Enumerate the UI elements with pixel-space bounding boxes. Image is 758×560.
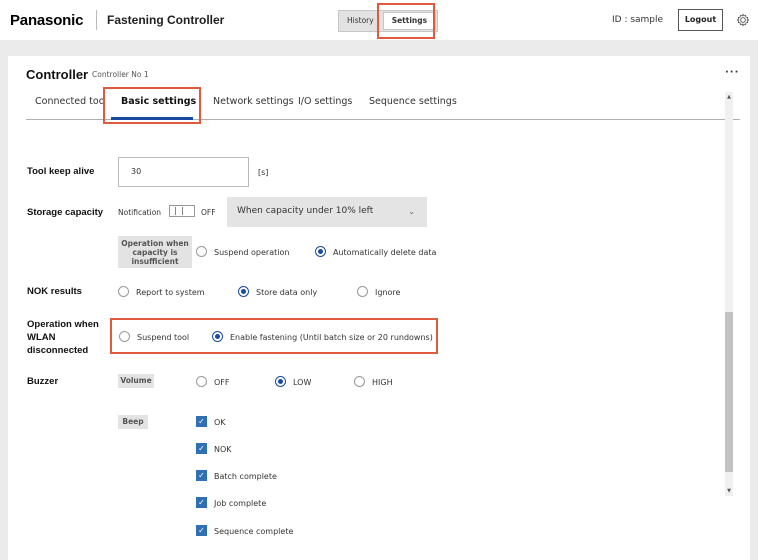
enable-fastening-label: Enable fastening (Until batch size or 20… (230, 333, 433, 342)
history-button[interactable]: History (339, 11, 382, 31)
logout-button[interactable]: Logout (678, 9, 723, 31)
notification-toggle-state: OFF (201, 208, 216, 217)
scroll-up-icon[interactable]: ▲ (725, 94, 733, 100)
notification-label: Notification (118, 208, 162, 217)
wlan-label: Operation when WLAN disconnected (27, 319, 99, 356)
active-tab-indicator (111, 117, 193, 120)
suspend-operation-radio[interactable] (196, 246, 207, 257)
beep-ok-label: OK (214, 418, 226, 427)
controller-subtitle: Controller No 1 (92, 70, 149, 79)
beep-ok-checkbox[interactable]: ✓ (196, 416, 207, 427)
tab-network-settings[interactable]: Network settings (213, 96, 294, 107)
beep-nok-label: NOK (214, 445, 232, 454)
buzzer-label: Buzzer (27, 376, 59, 387)
store-data-only-radio[interactable] (238, 286, 249, 297)
main-nav: History Settings (338, 10, 439, 32)
settings-tabs: Connected too Basic settings Network set… (26, 96, 740, 120)
scroll-thumb[interactable] (725, 312, 733, 472)
tool-keep-alive-unit: [s] (258, 168, 269, 177)
beep-job-complete-checkbox[interactable]: ✓ (196, 497, 207, 508)
beep-job-complete-label: Job complete (214, 499, 267, 508)
auto-delete-radio[interactable] (315, 246, 326, 257)
brand-divider (96, 10, 97, 30)
ignore-label: Ignore (375, 288, 401, 297)
insufficient-capacity-label: Operation when capacity is insufficient (118, 236, 192, 268)
beep-sequence-complete-label: Sequence complete (214, 527, 294, 536)
suspend-tool-label: Suspend tool (137, 333, 190, 342)
beep-label: Beep (118, 415, 148, 429)
chevron-down-icon: ⌄ (408, 207, 415, 216)
volume-low-radio[interactable] (275, 376, 286, 387)
gear-icon[interactable] (736, 13, 750, 27)
beep-sequence-complete-checkbox[interactable]: ✓ (196, 525, 207, 536)
volume-high-label: HIGH (372, 378, 393, 387)
settings-button[interactable]: Settings (382, 12, 437, 30)
report-to-system-label: Report to system (136, 288, 205, 297)
volume-off-label: OFF (214, 378, 230, 387)
controller-title: Controller (26, 67, 89, 82)
notification-toggle[interactable] (169, 205, 195, 217)
tab-io-settings[interactable]: I/O settings (298, 96, 352, 107)
controller-card: Controller Controller No 1 ··· Connected… (8, 56, 750, 560)
tab-sequence-settings[interactable]: Sequence settings (369, 96, 457, 107)
store-data-only-label: Store data only (256, 288, 318, 297)
storage-capacity-label: Storage capacity (27, 207, 104, 218)
tab-connected-tools[interactable]: Connected too (35, 96, 105, 107)
top-bar: Panasonic Fastening Controller History S… (0, 0, 758, 40)
tool-keep-alive-label: Tool keep alive (27, 166, 95, 177)
scroll-down-icon[interactable]: ▼ (725, 488, 733, 494)
volume-high-radio[interactable] (354, 376, 365, 387)
volume-label: Volume (118, 374, 154, 388)
auto-delete-label: Automatically delete data (333, 248, 437, 257)
beep-batch-complete-checkbox[interactable]: ✓ (196, 470, 207, 481)
tab-basic-settings[interactable]: Basic settings (121, 96, 196, 107)
suspend-tool-radio[interactable] (119, 331, 130, 342)
app-title: Fastening Controller (107, 13, 225, 27)
capacity-threshold-value: When capacity under 10% left (237, 206, 374, 216)
tool-keep-alive-input[interactable]: 30 (118, 157, 249, 187)
volume-low-label: LOW (293, 378, 312, 387)
user-id: ID : sample (612, 15, 664, 25)
report-to-system-radio[interactable] (118, 286, 129, 297)
capacity-threshold-dropdown[interactable]: When capacity under 10% left ⌄ (227, 197, 427, 227)
beep-nok-checkbox[interactable]: ✓ (196, 443, 207, 454)
ignore-radio[interactable] (357, 286, 368, 297)
nok-results-label: NOK results (27, 286, 82, 297)
more-icon[interactable]: ··· (725, 67, 739, 78)
volume-off-radio[interactable] (196, 376, 207, 387)
brand-logo: Panasonic (10, 12, 84, 29)
scrollbar[interactable]: ▲ ▼ (725, 92, 733, 496)
enable-fastening-radio[interactable] (212, 331, 223, 342)
beep-batch-complete-label: Batch complete (214, 472, 277, 481)
suspend-operation-label: Suspend operation (214, 248, 290, 257)
